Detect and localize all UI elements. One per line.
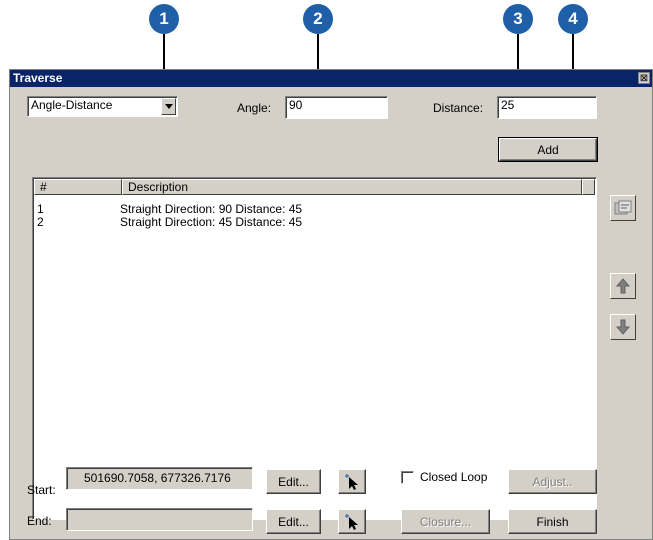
callout-4: 4 [558,4,588,34]
end-edit-button[interactable]: Edit... [266,509,321,534]
traverse-dialog: Traverse ⊠ Angle-Distance Angle: 90 Dist… [9,69,653,540]
adjust-button[interactable]: Adjust.. [508,469,597,494]
callout-2: 2 [303,4,333,34]
start-coordinates-value: 501690.7058, 677326.7176 [84,471,231,485]
finish-button[interactable]: Finish [508,509,597,534]
pointer-icon [345,473,358,490]
mode-select[interactable]: Angle-Distance [27,96,178,117]
start-coordinates-field: 501690.7058, 677326.7176 [66,467,253,490]
row-number: 2 [37,215,44,229]
end-coordinates-field [66,508,253,531]
distance-value: 25 [501,98,515,112]
column-header-description[interactable]: Description [122,179,582,195]
callout-1: 1 [149,4,179,34]
list-header: # Description [34,179,595,195]
angle-label: Angle: [237,101,272,115]
dialog-title: Traverse [10,70,652,87]
arrow-up-icon [616,278,630,294]
start-edit-button[interactable]: Edit... [266,469,321,494]
start-label: Start: [27,483,56,497]
angle-value: 90 [289,98,303,112]
end-label: End: [27,514,52,528]
move-up-button[interactable] [610,273,636,299]
column-header-filler [582,179,595,195]
start-select-point-button[interactable] [338,469,366,494]
properties-icon [614,200,632,215]
chevron-down-icon[interactable] [161,98,176,115]
move-down-button[interactable] [610,314,636,340]
row-number: 1 [37,202,44,216]
add-button[interactable]: Add [498,137,598,162]
angle-input[interactable]: 90 [285,96,388,119]
close-icon[interactable]: ⊠ [638,72,650,84]
pointer-icon [345,513,358,530]
row-description: Straight Direction: 90 Distance: 45 [120,202,303,216]
closure-button[interactable]: Closure... [401,509,490,534]
row-description: Straight Direction: 45 Distance: 45 [120,215,303,229]
closed-loop-label: Closed Loop [420,470,488,484]
properties-button[interactable] [610,195,636,221]
column-header-number[interactable]: # [34,179,122,195]
arrow-down-icon [616,319,630,335]
distance-input[interactable]: 25 [497,96,597,119]
closed-loop-checkbox[interactable] [401,471,414,484]
end-select-point-button[interactable] [338,509,366,534]
callout-3: 3 [503,4,533,34]
mode-select-value: Angle-Distance [31,98,113,112]
distance-label: Distance: [433,101,484,115]
